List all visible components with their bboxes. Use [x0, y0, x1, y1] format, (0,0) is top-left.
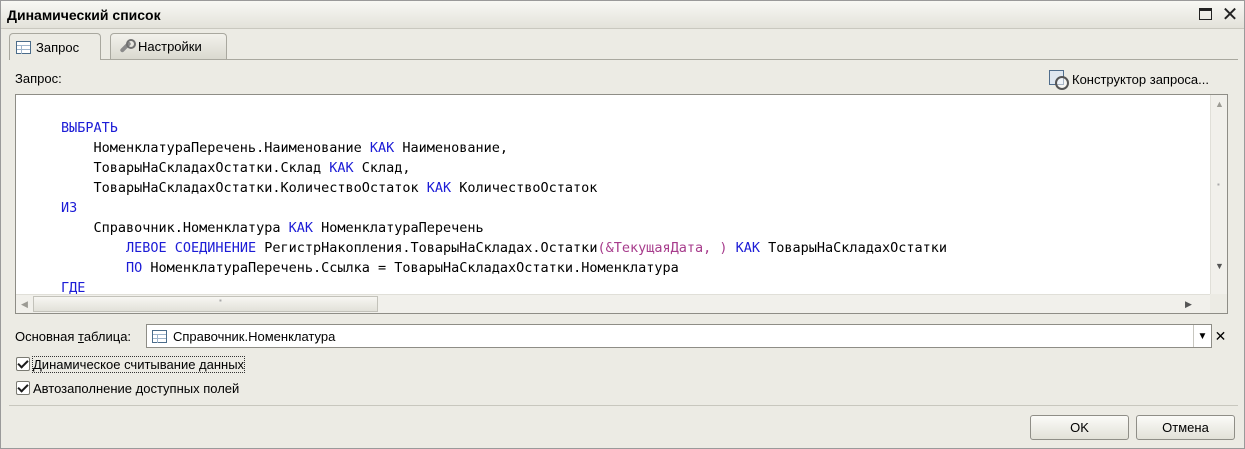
tab-divider: [9, 59, 1238, 60]
dynamic-read-label: Динамическое считывание данных: [31, 355, 246, 373]
dynamic-read-option[interactable]: Динамическое считывание данных: [16, 355, 246, 373]
vertical-scrollbar[interactable]: ▲ ▪ ▼: [1210, 95, 1227, 294]
title-bar: Динамический список ✕: [1, 1, 1244, 29]
main-table-select[interactable]: Справочник.Номенклатура ▼: [146, 324, 1212, 348]
ok-button[interactable]: OK: [1030, 415, 1129, 440]
maximize-icon: [1198, 8, 1212, 20]
autofill-fields-label: Автозаполнение доступных полей: [33, 380, 240, 396]
table-icon: [16, 40, 31, 54]
query-editor[interactable]: ВЫБРАТЬ НоменклатураПеречень.Наименовани…: [15, 94, 1228, 314]
window-title: Динамический список: [7, 7, 161, 23]
close-button[interactable]: ✕: [1219, 3, 1241, 26]
code-line: ТоварыНаСкладахОстатки.Склад КАК Склад,: [61, 160, 411, 176]
dynamic-list-dialog: Динамический список ✕ Запрос Настройки З…: [0, 0, 1245, 449]
dynamic-read-checkbox[interactable]: [16, 357, 30, 371]
main-table-value: Справочник.Номенклатура: [173, 328, 336, 344]
scroll-up-icon[interactable]: ▲: [1211, 95, 1228, 112]
table-icon: [152, 329, 167, 343]
code-line: ПО НоменклатураПеречень.Ссылка = ТоварыН…: [126, 260, 679, 276]
code-line: Справочник.Номенклатура КАК Номенклатура…: [61, 220, 484, 236]
scroll-corner: [1210, 294, 1227, 313]
autofill-fields-option[interactable]: Автозаполнение доступных полей: [16, 379, 239, 397]
wrench-icon: [117, 38, 136, 55]
code-line: ЛЕВОЕ СОЕДИНЕНИЕ РегистрНакопления.Товар…: [126, 240, 947, 256]
code-line: ВЫБРАТЬ: [61, 120, 118, 136]
code-line: ИЗ: [61, 200, 78, 216]
tab-query[interactable]: Запрос: [9, 33, 101, 60]
maximize-button[interactable]: [1194, 4, 1216, 24]
query-constructor-label: Конструктор запроса...: [1072, 71, 1209, 87]
chevron-down-icon[interactable]: ▼: [1193, 325, 1211, 347]
main-table-label: Основная таблица:: [15, 329, 132, 344]
scroll-left-icon[interactable]: ◀: [16, 295, 33, 313]
clear-icon[interactable]: ✕: [1212, 324, 1229, 348]
query-constructor-icon: [1049, 70, 1069, 90]
code-line: ТоварыНаСкладахОстатки.КоличествоОстаток…: [61, 180, 598, 196]
scroll-right-icon[interactable]: ▶: [1180, 295, 1197, 313]
tab-settings-label: Настройки: [138, 39, 202, 54]
footer-divider: [9, 405, 1238, 406]
code-line: НоменклатураПеречень.Наименование КАК На…: [61, 140, 509, 156]
horizontal-scroll-thumb[interactable]: [33, 296, 378, 312]
autofill-fields-checkbox[interactable]: [16, 381, 30, 395]
cancel-button[interactable]: Отмена: [1136, 415, 1235, 440]
scroll-grip-icon: ▪: [1217, 180, 1220, 189]
horizontal-scrollbar[interactable]: ◀ ▶: [16, 294, 1210, 313]
query-label: Запрос:: [15, 71, 62, 86]
tab-query-label: Запрос: [36, 39, 80, 55]
scroll-down-icon[interactable]: ▼: [1211, 257, 1228, 274]
query-text[interactable]: ВЫБРАТЬ НоменклатураПеречень.Наименовани…: [61, 98, 947, 318]
close-icon: ✕: [1221, 3, 1239, 26]
tab-settings[interactable]: Настройки: [110, 33, 227, 59]
query-constructor-button[interactable]: Конструктор запроса...: [1049, 68, 1209, 90]
